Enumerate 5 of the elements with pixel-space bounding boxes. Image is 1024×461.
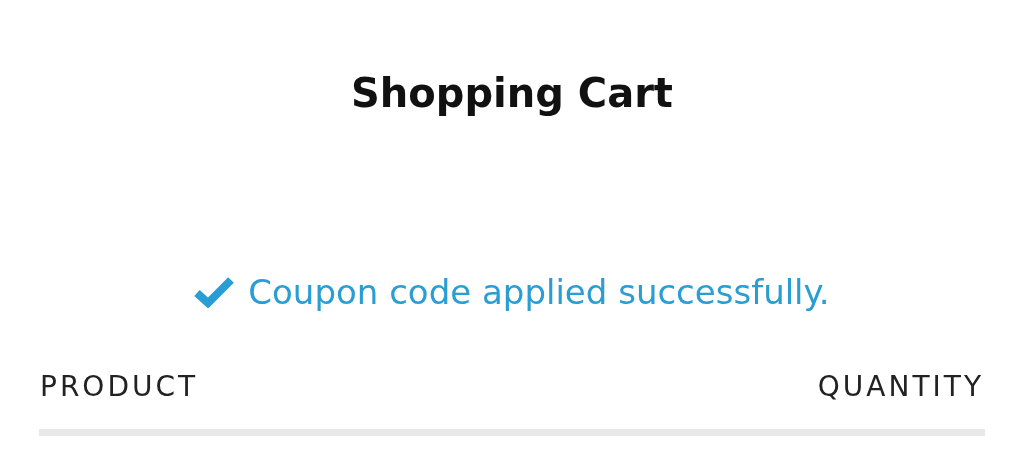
checkmark-icon (194, 276, 235, 308)
column-header: PRODUCT (40, 370, 199, 404)
column-header: QUANTITY (817, 370, 984, 404)
success-message: Coupon code applied successfully. (248, 271, 830, 313)
page-title: Shopping Cart (350, 69, 674, 116)
